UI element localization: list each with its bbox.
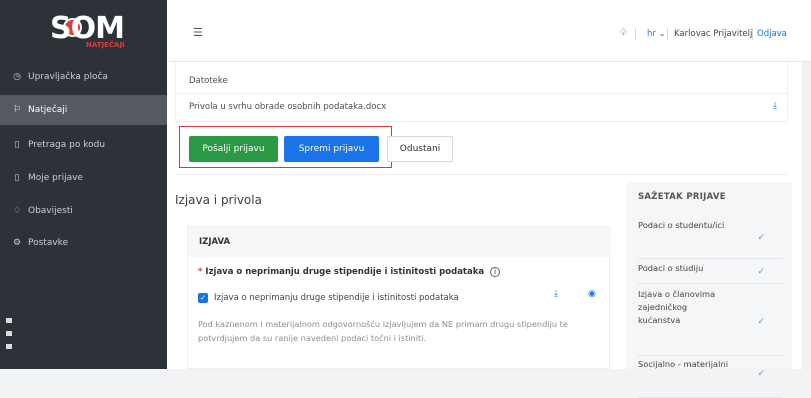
sidebar-item-label: Obavijesti — [28, 206, 73, 216]
statement-description: Pod kaznenom i materijalnom odgovornošću… — [198, 319, 568, 343]
summary-item[interactable]: Izjava o članovima zajedničkog kućanstva… — [638, 288, 783, 356]
gear-icon: ⚙ — [12, 238, 22, 248]
download-icon[interactable]: ⤓ — [773, 101, 777, 111]
download-icon[interactable]: ⤓ — [554, 289, 558, 299]
user-name: Karlovac Prijavitelj — [674, 29, 753, 39]
top-bar: ☰ ♤ hr ⌄ Karlovac Prijavitelj Odjava — [167, 0, 811, 62]
checkbox-row: ✓ Izjava o neprimanju druge stipendije i… — [198, 289, 603, 307]
files-header: Datoteke — [176, 68, 789, 94]
summary-item[interactable]: Podaci o studiju ✓ — [638, 262, 783, 284]
sidebar-item-search-by-code[interactable]: ▯ Pretraga po kodu — [0, 130, 167, 160]
application-summary: SAŽETAK PRIJAVE Podaci o studentu/ici ✓ … — [626, 182, 792, 398]
check-icon: ✓ — [757, 233, 765, 243]
sidebar-item-my-applications[interactable]: ▯ Moje prijave — [0, 163, 167, 193]
logo-text: SOM — [50, 11, 125, 46]
summary-item-label: Podaci o studiju — [638, 263, 704, 273]
files-table: Datoteke Privola u svrhu obrade osobnih … — [175, 62, 789, 122]
section-title: Izjava i privola — [175, 193, 262, 207]
language-value: hr — [647, 29, 656, 39]
check-icon: ✓ — [757, 317, 765, 327]
sidebar-item-dashboard[interactable]: ◷ Upravljačka ploča — [0, 62, 167, 92]
clock-icon: ◷ — [13, 72, 21, 82]
bell-icon: ♢ — [12, 206, 22, 216]
summary-title: SAŽETAK PRIJAVE — [638, 192, 726, 202]
file-row: Privola u svrhu obrade osobnih podataka.… — [176, 94, 789, 120]
toolbar-icon[interactable] — [6, 344, 12, 349]
divider — [635, 28, 636, 40]
notification-bell-icon[interactable]: ♤ — [619, 27, 628, 38]
toolbar-icon[interactable] — [6, 331, 12, 336]
sidebar-item-settings[interactable]: ⚙ Postavke — [0, 228, 167, 258]
sidebar-item-label: Moje prijave — [28, 173, 83, 183]
file-name: Privola u svrhu obrade osobnih podataka.… — [189, 102, 387, 112]
language-selector[interactable]: hr ⌄ — [647, 29, 666, 39]
checkbox-label: Izjava o neprimanju druge stipendije i i… — [214, 293, 459, 303]
logout-link[interactable]: Odjava — [757, 29, 787, 39]
field-label: * Izjava o neprimanju druge stipendije i… — [198, 267, 501, 277]
check-icon: ✓ — [757, 267, 765, 277]
summary-item-label: Podaci o studentu/ici — [638, 220, 725, 230]
send-application-button[interactable]: Pošalji prijavu — [189, 136, 278, 162]
summary-item-label: Socijalno - materijalni — [638, 359, 729, 369]
chevron-down-icon: ⌄ — [658, 29, 666, 39]
summary-item[interactable]: Socijalno - materijalni ✓ — [638, 358, 783, 398]
field-label-text: Izjava o neprimanju druge stipendije i i… — [205, 267, 485, 277]
sidebar-item-label: Natječaji — [28, 105, 68, 115]
divider — [175, 174, 788, 175]
divider — [667, 28, 668, 40]
eye-icon[interactable]: ◉ — [588, 289, 596, 299]
toolbar-icon[interactable] — [6, 318, 12, 323]
scrollbar[interactable] — [802, 62, 811, 369]
summary-item-label: Izjava o članovima zajedničkog kućanstva — [638, 289, 716, 325]
statement-card: IZJAVA * Izjava o neprimanju druge stipe… — [187, 226, 611, 369]
flag-icon: ⚐ — [12, 105, 22, 115]
required-marker: * — [198, 267, 203, 277]
info-icon[interactable]: i — [490, 267, 501, 277]
save-application-button[interactable]: Spremi prijavu — [284, 136, 379, 162]
app-logo[interactable]: SOM NATJEČAJI — [0, 0, 167, 62]
cancel-button[interactable]: Odustani — [387, 136, 453, 162]
sidebar-item-label: Pretraga po kodu — [28, 140, 106, 150]
sidebar-item-notifications[interactable]: ♢ Obavijesti — [0, 196, 167, 226]
divider — [752, 28, 753, 40]
document-icon: ▯ — [14, 140, 20, 150]
check-icon: ✓ — [757, 369, 765, 379]
menu-toggle-icon[interactable]: ☰ — [193, 26, 203, 39]
statement-checkbox[interactable]: ✓ — [198, 293, 208, 303]
sidebar: SOM NATJEČAJI ◷ Upravljačka ploča ⚐ Natj… — [0, 0, 167, 369]
main-content: Datoteke Privola u svrhu obrade osobnih … — [167, 62, 811, 398]
sidebar-item-label: Postavke — [28, 238, 69, 248]
card-header: IZJAVA — [188, 227, 611, 257]
summary-item[interactable]: Podaci o studentu/ici ✓ — [638, 219, 783, 259]
sidebar-item-label: Upravljačka ploča — [28, 72, 108, 82]
document-icon: ▯ — [14, 173, 20, 183]
sidebar-item-competitions[interactable]: ⚐ Natječaji — [0, 95, 167, 125]
side-toolbar — [6, 318, 16, 357]
logo-subtitle: NATJEČAJI — [86, 41, 125, 49]
